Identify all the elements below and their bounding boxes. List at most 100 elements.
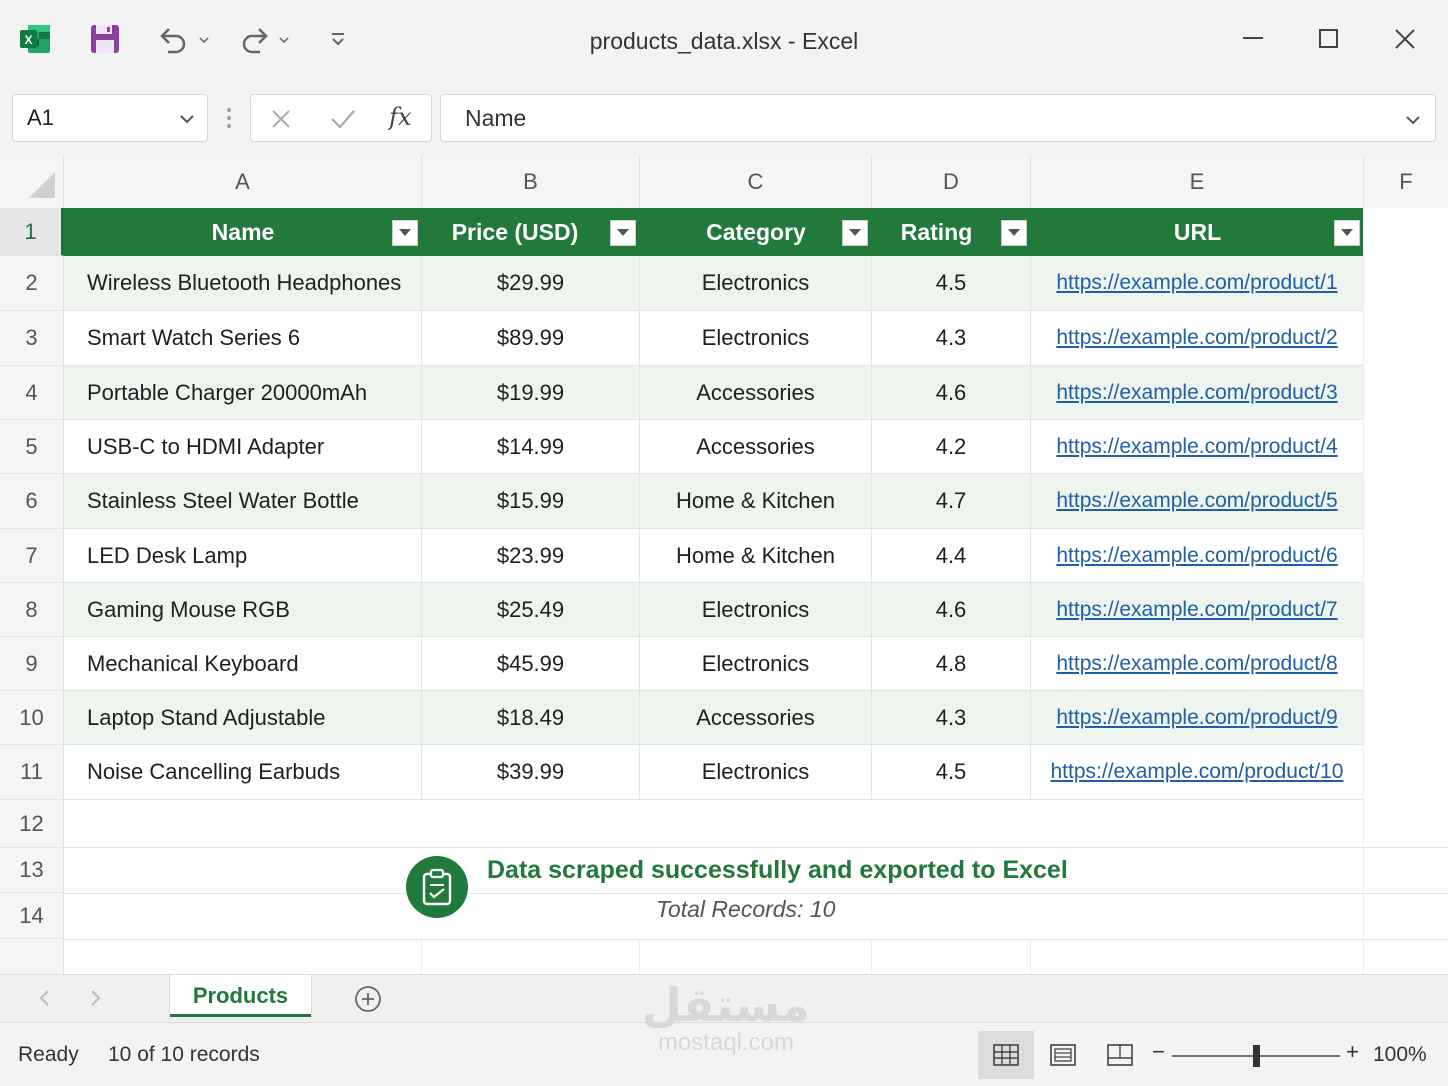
column-header-a[interactable]: A — [64, 156, 422, 208]
normal-view-button[interactable] — [978, 1031, 1034, 1079]
cell-price[interactable]: $89.99 — [422, 311, 640, 366]
row-header[interactable]: 6 — [0, 474, 64, 529]
more-options-icon[interactable] — [223, 106, 235, 137]
cell-price[interactable]: $15.99 — [422, 474, 640, 529]
cell-rating[interactable]: 4.4 — [872, 529, 1031, 583]
row-header[interactable]: 3 — [0, 311, 64, 366]
cell-url[interactable]: https://example.com/product/3 — [1031, 366, 1364, 420]
page-break-view-button[interactable] — [1092, 1031, 1148, 1079]
cell-category[interactable]: Home & Kitchen — [640, 529, 872, 583]
row-header[interactable]: 12 — [0, 800, 64, 848]
row-header[interactable]: 2 — [0, 256, 64, 311]
cell-rating[interactable]: 4.8 — [872, 637, 1031, 691]
cell-name[interactable]: Portable Charger 20000mAh — [64, 366, 422, 420]
cell-rating[interactable]: 4.5 — [872, 745, 1031, 800]
cell-category[interactable]: Electronics — [640, 637, 872, 691]
formula-input[interactable]: Name — [440, 94, 1436, 142]
header-cell-url[interactable]: URL — [1031, 208, 1364, 256]
cell-name[interactable]: Stainless Steel Water Bottle — [64, 474, 422, 529]
cell-rating[interactable]: 4.3 — [872, 691, 1031, 745]
cell-rating[interactable]: 4.5 — [872, 256, 1031, 311]
cell-price[interactable]: $19.99 — [422, 366, 640, 420]
cell-rating[interactable]: 4.2 — [872, 420, 1031, 474]
insert-function-button[interactable]: fx — [389, 103, 411, 131]
zoom-in-button[interactable]: + — [1346, 1039, 1359, 1065]
cell-rating[interactable]: 4.6 — [872, 366, 1031, 420]
add-sheet-icon[interactable] — [354, 985, 382, 1018]
cell-category[interactable]: Home & Kitchen — [640, 474, 872, 529]
maximize-icon[interactable] — [1314, 24, 1344, 54]
row-header[interactable]: 11 — [0, 745, 64, 800]
scroll-left-icon[interactable] — [36, 987, 54, 1014]
cell-url[interactable]: https://example.com/product/9 — [1031, 691, 1364, 745]
row-header[interactable]: 10 — [0, 691, 64, 745]
cell-price[interactable]: $29.99 — [422, 256, 640, 311]
row-header[interactable]: 4 — [0, 366, 64, 420]
redo-icon[interactable] — [236, 24, 292, 56]
row-header[interactable]: 8 — [0, 583, 64, 637]
cancel-icon[interactable] — [269, 107, 293, 136]
cell-url[interactable]: https://example.com/product/7 — [1031, 583, 1364, 637]
column-header-c[interactable]: C — [640, 156, 872, 208]
cell-category[interactable]: Electronics — [640, 311, 872, 366]
page-layout-view-button[interactable] — [1035, 1031, 1091, 1079]
customize-toolbar-icon[interactable] — [328, 30, 348, 50]
cell-price[interactable]: $25.49 — [422, 583, 640, 637]
header-cell-name[interactable]: Name — [64, 208, 422, 256]
chevron-down-icon[interactable] — [177, 109, 197, 135]
select-all-button[interactable] — [0, 156, 64, 208]
undo-icon[interactable] — [156, 24, 212, 56]
header-cell-category[interactable]: Category — [640, 208, 872, 256]
filter-dropdown-icon[interactable] — [842, 220, 868, 246]
row-header[interactable]: 7 — [0, 529, 64, 583]
cell-name[interactable]: Smart Watch Series 6 — [64, 311, 422, 366]
header-cell-price[interactable]: Price (USD) — [422, 208, 640, 256]
cell-category[interactable]: Accessories — [640, 420, 872, 474]
column-header-b[interactable]: B — [422, 156, 640, 208]
cell-price[interactable]: $39.99 — [422, 745, 640, 800]
zoom-slider-thumb[interactable] — [1253, 1045, 1260, 1067]
cell-url[interactable]: https://example.com/product/2 — [1031, 311, 1364, 366]
cell-rating[interactable]: 4.7 — [872, 474, 1031, 529]
zoom-level[interactable]: 100% — [1373, 1043, 1427, 1067]
cell-price[interactable]: $23.99 — [422, 529, 640, 583]
cell-name[interactable]: Mechanical Keyboard — [64, 637, 422, 691]
cell-category[interactable]: Electronics — [640, 745, 872, 800]
sheet-tab-products[interactable]: Products — [169, 975, 312, 1017]
filter-dropdown-icon[interactable] — [610, 220, 636, 246]
cell-category[interactable]: Electronics — [640, 583, 872, 637]
cell-category[interactable]: Accessories — [640, 691, 872, 745]
zoom-out-button[interactable]: − — [1152, 1039, 1165, 1065]
cell-price[interactable]: $14.99 — [422, 420, 640, 474]
cell-price[interactable]: $45.99 — [422, 637, 640, 691]
check-icon[interactable] — [329, 107, 357, 136]
filter-dropdown-icon[interactable] — [1001, 220, 1027, 246]
row-header[interactable]: 9 — [0, 637, 64, 691]
cell-name[interactable]: Noise Cancelling Earbuds — [64, 745, 422, 800]
row-header[interactable]: 13 — [0, 848, 64, 893]
cell-name[interactable]: Wireless Bluetooth Headphones — [64, 256, 422, 311]
minimize-icon[interactable] — [1238, 22, 1268, 52]
row-header[interactable]: 5 — [0, 420, 64, 474]
column-header-d[interactable]: D — [872, 156, 1031, 208]
cell-name[interactable]: USB-C to HDMI Adapter — [64, 420, 422, 474]
cell-rating[interactable]: 4.6 — [872, 583, 1031, 637]
cell-url[interactable]: https://example.com/product/8 — [1031, 637, 1364, 691]
cell-url[interactable]: https://example.com/product/4 — [1031, 420, 1364, 474]
filter-dropdown-icon[interactable] — [392, 220, 418, 246]
scroll-right-icon[interactable] — [86, 987, 104, 1014]
cell-name[interactable]: LED Desk Lamp — [64, 529, 422, 583]
column-header-f[interactable]: F — [1364, 156, 1448, 208]
filter-dropdown-icon[interactable] — [1334, 220, 1360, 246]
row-header[interactable]: 1 — [0, 208, 64, 256]
cell-rating[interactable]: 4.3 — [872, 311, 1031, 366]
cell-name[interactable]: Gaming Mouse RGB — [64, 583, 422, 637]
close-icon[interactable] — [1390, 24, 1420, 54]
expand-formula-icon[interactable] — [1403, 109, 1423, 136]
cell-name[interactable]: Laptop Stand Adjustable — [64, 691, 422, 745]
cell-url[interactable]: https://example.com/product/5 — [1031, 474, 1364, 529]
name-box[interactable]: A1 — [12, 94, 208, 142]
worksheet-grid[interactable]: A B C D E F 1 2 3 4 5 6 7 8 9 10 11 12 1… — [0, 156, 1448, 974]
header-cell-rating[interactable]: Rating — [872, 208, 1031, 256]
cell-url[interactable]: https://example.com/product/1 — [1031, 256, 1364, 311]
